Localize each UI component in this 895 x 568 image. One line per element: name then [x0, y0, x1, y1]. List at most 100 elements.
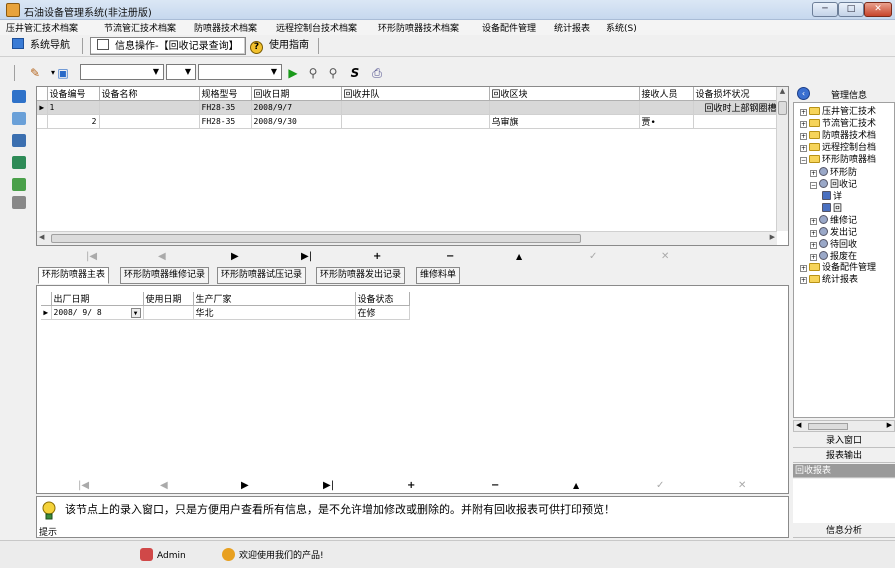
scroll-right-icon[interactable]: ▶	[770, 233, 775, 241]
menu-tongji[interactable]: 统计报表	[554, 21, 590, 34]
expand-icon[interactable]: +	[800, 277, 807, 284]
nav-cancel-button[interactable]: ✕	[738, 479, 746, 493]
chevron-down-icon[interactable]: ▼	[130, 307, 141, 318]
tab-repair-materials[interactable]: 维修料单	[416, 267, 461, 284]
scroll-left-icon[interactable]: ◀	[39, 233, 44, 241]
tree-horizontal-scrollbar[interactable]: ◀ ▶	[793, 420, 895, 432]
tree-item[interactable]: − 回收记	[810, 179, 857, 190]
scroll-thumb[interactable]	[808, 423, 848, 430]
col-recovery-block[interactable]: 回收区块	[489, 87, 640, 101]
operator-select[interactable]: ▼	[166, 64, 196, 80]
cell-model[interactable]: FH28-35	[199, 100, 252, 115]
expand-icon[interactable]: +	[810, 230, 817, 237]
collapse-icon[interactable]: ‹	[797, 87, 810, 100]
tab-pressure-test[interactable]: 环形防喷器试压记录	[217, 267, 307, 284]
close-button[interactable]: ✕	[864, 2, 892, 17]
nav-next-button[interactable]: ▶	[231, 250, 239, 264]
tree-item[interactable]: + 统计报表	[800, 275, 858, 286]
print-icon[interactable]: ⎙	[368, 64, 386, 82]
tree-item[interactable]: + 待回收	[810, 239, 857, 250]
cell-recovery-team[interactable]	[341, 100, 490, 115]
input-window-button[interactable]: 录入窗口	[793, 434, 895, 448]
management-tree[interactable]: + 压井管汇技术 + 节流管汇技术 + 防喷器技术档 + 远程控制台档 − 环形防喷器档 + 环形防 −…	[793, 102, 895, 418]
detail-grid[interactable]: 出厂日期 使用日期 生产厂家 设备状态 ▶ 2008/ 9/ 8 ▼ 华北 在修	[36, 285, 789, 494]
trash-icon[interactable]	[12, 196, 26, 209]
cell-damage-status[interactable]	[693, 114, 780, 129]
tree-item[interactable]: + 压井管汇技术	[800, 107, 876, 118]
col-factory-date[interactable]: 出厂日期	[51, 292, 144, 306]
tree-item[interactable]: + 防喷器技术档	[800, 131, 876, 142]
cell-damage-status[interactable]: 回收时上部钢圈槽	[693, 100, 780, 115]
cell-receiver[interactable]	[639, 100, 694, 115]
cell-device-status[interactable]: 在修	[355, 305, 410, 320]
menu-jieliu[interactable]: 节流管汇技术档案	[104, 21, 176, 34]
cell-receiver[interactable]: 贾•	[639, 114, 694, 129]
run-query-icon[interactable]: ▶	[284, 64, 302, 82]
nav-next-button[interactable]: ▶	[241, 479, 249, 493]
tree-item[interactable]: + 报废在	[810, 251, 857, 262]
expand-icon[interactable]: +	[800, 109, 807, 116]
expand-icon[interactable]: +	[800, 265, 807, 272]
col-recovery-team[interactable]: 回收井队	[341, 87, 490, 101]
nav-first-button[interactable]: |◀	[78, 479, 89, 493]
menu-yuancheng[interactable]: 远程控制台技术档案	[276, 21, 357, 34]
cell-recovery-date[interactable]: 2008/9/30	[251, 114, 342, 129]
table-row[interactable]: 2 FH28-35 2008/9/30 乌审旗 贾•	[37, 114, 780, 129]
value-select[interactable]: ▼	[198, 64, 282, 80]
nav-edit-button[interactable]: ▲	[573, 479, 579, 493]
cell-recovery-team[interactable]	[341, 114, 490, 129]
pencil-icon[interactable]: ✎	[26, 64, 44, 82]
nav-prev-button[interactable]: ◀	[158, 250, 166, 264]
field-select[interactable]: ▼	[80, 64, 164, 80]
cell-recovery-date[interactable]: 2008/9/7	[251, 100, 342, 115]
cell-device-name[interactable]	[99, 114, 200, 129]
col-device-name[interactable]: 设备名称	[99, 87, 200, 101]
sort-icon[interactable]: S	[346, 64, 364, 82]
grid-horizontal-scrollbar[interactable]: ◀ ▶	[37, 231, 777, 245]
report-output-button[interactable]: 报表输出	[793, 449, 895, 463]
user-guide-button[interactable]: ? 使用指南	[250, 37, 309, 55]
tree-item[interactable]: + 发出记	[810, 227, 857, 238]
expand-icon[interactable]: +	[800, 121, 807, 128]
tab-repair[interactable]: 环形防喷器维修记录	[120, 267, 210, 284]
col-device-id[interactable]: 设备编号	[47, 87, 100, 101]
tree-item[interactable]: + 维修记	[810, 215, 857, 226]
cell-recovery-block[interactable]	[489, 100, 640, 115]
tree-item[interactable]: 回	[822, 203, 842, 214]
nav-add-button[interactable]: +	[373, 250, 381, 264]
recovery-records-grid[interactable]: 设备编号 设备名称 规格型号 回收日期 回收井队 回收区块 接收人员 设备损坏状…	[36, 86, 789, 246]
menu-yajing[interactable]: 压井管汇技术档案	[6, 21, 78, 34]
cell-device-id[interactable]: 2	[47, 114, 100, 129]
nav-prev-button[interactable]: ◀	[160, 479, 168, 493]
expand-icon[interactable]: +	[810, 218, 817, 225]
nav-delete-button[interactable]: −	[446, 250, 454, 264]
grid-vertical-scrollbar[interactable]: ▲	[776, 87, 788, 231]
tree-item[interactable]: − 环形防喷器档	[800, 155, 876, 166]
maximize-button[interactable]: □	[838, 2, 864, 17]
nav-first-button[interactable]: |◀	[86, 250, 97, 264]
expand-icon[interactable]: +	[810, 254, 817, 261]
menu-huanxing[interactable]: 环形防喷器技术档案	[378, 21, 459, 34]
menu-fangpenqi[interactable]: 防喷器技术档案	[194, 21, 257, 34]
menu-system[interactable]: 系统(S)	[606, 21, 637, 34]
nav-post-button[interactable]: ✓	[656, 479, 664, 493]
col-recovery-date[interactable]: 回收日期	[251, 87, 342, 101]
expand-icon[interactable]: +	[800, 145, 807, 152]
tree-item[interactable]: + 环形防	[810, 167, 857, 178]
col-manufacturer[interactable]: 生产厂家	[193, 292, 356, 306]
nav-cancel-button[interactable]: ✕	[661, 250, 669, 264]
window-icon[interactable]	[12, 90, 26, 103]
menu-peijian[interactable]: 设备配件管理	[482, 21, 536, 34]
tab-dispatch[interactable]: 环形防喷器发出记录	[316, 267, 406, 284]
tools-icon[interactable]	[12, 112, 26, 125]
scroll-thumb[interactable]	[778, 101, 787, 115]
expand-icon[interactable]: +	[810, 242, 817, 249]
chart-icon[interactable]	[12, 178, 26, 191]
search-icon[interactable]: ⚲	[304, 64, 322, 82]
nav-edit-button[interactable]: ▲	[516, 250, 522, 264]
tree-item[interactable]: + 节流管汇技术	[800, 119, 876, 130]
window-tool-icon[interactable]: ▣	[54, 64, 72, 82]
tree-item[interactable]: + 设备配件管理	[800, 263, 876, 274]
scroll-left-icon[interactable]: ◀	[796, 421, 801, 429]
cell-model[interactable]: FH28-35	[199, 114, 252, 129]
